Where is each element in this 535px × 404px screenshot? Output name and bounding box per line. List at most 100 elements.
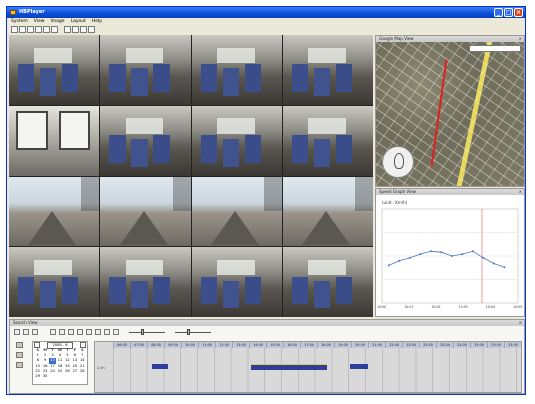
- search-filter-icon[interactable]: [16, 352, 23, 358]
- timeline-grid: [113, 348, 521, 392]
- calendar-days: S M T W T F S 1 2 3 4 5 6 7 8 9 10 11 12 13 14 15 16 17 18 19 20 21…: [33, 348, 87, 379]
- title-bar[interactable]: HBPlayer _ □ ×: [7, 7, 525, 18]
- search-pane-header: Search View ×: [10, 320, 524, 326]
- layout-custom-icon[interactable]: [51, 26, 58, 33]
- speed-slider[interactable]: [129, 329, 165, 335]
- play-icon[interactable]: [86, 329, 92, 335]
- snapshot-icon[interactable]: [72, 26, 79, 33]
- speed-point: [398, 259, 401, 262]
- layout-9-icon[interactable]: [35, 26, 42, 33]
- timeline-channel-label: 1 ch: [97, 366, 105, 370]
- rewind-icon[interactable]: [59, 329, 65, 335]
- camera-view-10[interactable]: [100, 176, 191, 247]
- menu-view[interactable]: View: [34, 18, 45, 25]
- layout-4-icon[interactable]: [19, 26, 26, 33]
- zoom-icon[interactable]: [23, 329, 29, 335]
- map-type-control[interactable]: [469, 45, 521, 52]
- calendar-day[interactable]: 26: [64, 369, 71, 374]
- calendar-day[interactable]: 24: [49, 369, 56, 374]
- layout-16-icon[interactable]: [43, 26, 50, 33]
- app-icon: [10, 10, 16, 15]
- x-tick-label: 10:00: [377, 305, 386, 309]
- recording-timeline[interactable]: 06:00 07:00 08:00 09:00 10:00 11:00 12:00 13:00…: [94, 341, 522, 393]
- camera-view-15[interactable]: [191, 247, 282, 317]
- speed-point: [408, 256, 411, 259]
- layout-1-icon[interactable]: [11, 26, 18, 33]
- recording-segment[interactable]: [251, 364, 327, 370]
- recording-segment[interactable]: [350, 364, 368, 369]
- gps-route-line: [430, 59, 448, 167]
- fast-forward-icon[interactable]: [104, 329, 110, 335]
- speed-point: [419, 253, 422, 256]
- app-window: HBPlayer _ □ × System View Image Layout …: [6, 6, 526, 395]
- step-forward-icon[interactable]: [95, 329, 101, 335]
- menu-help[interactable]: Help: [92, 18, 102, 25]
- calendar-day[interactable]: 30: [41, 374, 48, 379]
- date-calendar: ‹ 2008 - 6 › S M T W T F S 1 2 3 4 5 6 7 8 9 10 11 12 13 14 1…: [32, 341, 88, 385]
- x-tick-label: 10:05: [513, 305, 522, 309]
- calendar-day[interactable]: 29: [34, 374, 41, 379]
- search-pane: Search View × ‹ 2008 - 6 › S M T W T F S…: [9, 319, 525, 394]
- camera-view-9[interactable]: [9, 176, 100, 247]
- satellite-map[interactable]: [376, 42, 524, 186]
- x-tick-label: 10:04: [486, 305, 495, 309]
- speed-point: [492, 262, 495, 265]
- speed-chart[interactable]: (unit : Km/h) 10:00 10:01 10:02 10:03 10:04 10…: [376, 195, 524, 316]
- camera-view-16[interactable]: [282, 247, 373, 317]
- speed-point: [461, 253, 464, 256]
- skip-start-icon[interactable]: [50, 329, 56, 335]
- close-button[interactable]: ×: [514, 8, 523, 17]
- x-tick-label: 10:02: [431, 305, 440, 309]
- calendar-day[interactable]: 27: [71, 369, 78, 374]
- calendar-day[interactable]: 25: [56, 369, 63, 374]
- search-pane-title: Search View: [13, 320, 38, 325]
- menu-bar: System View Image Layout Help: [7, 18, 525, 25]
- camera-select-icon[interactable]: [16, 342, 23, 348]
- pause-icon[interactable]: [77, 329, 83, 335]
- camera-view-2[interactable]: [100, 35, 191, 105]
- camera-view-1[interactable]: [9, 35, 100, 105]
- settings-icon[interactable]: [88, 26, 95, 33]
- layout-6-icon[interactable]: [27, 26, 34, 33]
- export-clip-icon[interactable]: [32, 329, 38, 335]
- camera-view-11[interactable]: [191, 176, 282, 247]
- menu-layout[interactable]: Layout: [71, 18, 86, 25]
- speed-point: [440, 251, 443, 254]
- maximize-button[interactable]: □: [504, 8, 513, 17]
- export-icon[interactable]: [80, 26, 87, 33]
- camera-view-12[interactable]: [282, 176, 373, 247]
- speed-graph-pane: Speed Graph View × (unit : Km/h) 10:00 10:…: [375, 188, 525, 317]
- window-title: HBPlayer: [19, 9, 45, 15]
- skip-end-icon[interactable]: [113, 329, 119, 335]
- camera-view-8[interactable]: [282, 105, 373, 176]
- bookmark-icon[interactable]: [16, 362, 23, 368]
- calendar-day[interactable]: 28: [79, 369, 86, 374]
- camera-view-5[interactable]: [9, 105, 100, 176]
- minimize-button[interactable]: _: [494, 8, 503, 17]
- camera-view-3[interactable]: [191, 35, 282, 105]
- menu-system[interactable]: System: [11, 18, 28, 25]
- camera-grid: [9, 35, 373, 317]
- map-pane-title: Google Map View: [379, 36, 414, 41]
- speed-point: [503, 266, 506, 269]
- camera-view-7[interactable]: [191, 105, 282, 176]
- fullscreen-icon[interactable]: [64, 26, 71, 33]
- camera-view-13[interactable]: [9, 247, 100, 317]
- camera-view-14[interactable]: [100, 247, 191, 317]
- volume-slider[interactable]: [175, 329, 211, 335]
- x-tick-label: 10:01: [404, 305, 413, 309]
- camera-view-6[interactable]: [100, 105, 191, 176]
- speed-point: [387, 264, 390, 267]
- x-tick-label: 10:03: [459, 305, 468, 309]
- camera-view-4[interactable]: [282, 35, 373, 105]
- menu-image[interactable]: Image: [50, 18, 64, 25]
- search-icon[interactable]: [14, 329, 20, 335]
- speed-pane-title: Speed Graph View: [379, 189, 416, 194]
- step-back-icon[interactable]: [68, 329, 74, 335]
- recording-segment[interactable]: [152, 364, 168, 369]
- compass-icon[interactable]: [382, 146, 414, 178]
- map-pane: Google Map View ×: [375, 35, 525, 187]
- speed-point: [471, 250, 474, 253]
- y-axis-label: (unit : Km/h): [382, 200, 408, 205]
- close-icon[interactable]: ×: [519, 320, 522, 326]
